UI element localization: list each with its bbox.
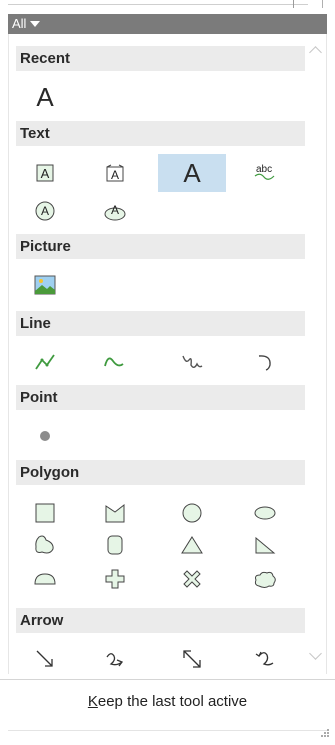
bottom-divider [8, 730, 327, 731]
right-triangle-icon[interactable] [231, 526, 299, 564]
svg-text:A: A [41, 204, 49, 218]
scroll-up-icon[interactable] [309, 46, 322, 59]
chevron-down-icon [30, 21, 41, 27]
svg-text:A: A [111, 203, 119, 217]
arrow-curved-back-icon[interactable] [231, 640, 299, 678]
keep-last-tool-active-option[interactable]: Keep the last tool active [8, 690, 327, 714]
section-header-line: Line [16, 311, 305, 336]
recent-text-icon[interactable]: A [11, 78, 79, 116]
text-curved-icon[interactable]: abc [231, 154, 299, 192]
top-divider [8, 4, 308, 5]
text-box-icon[interactable]: A [11, 154, 79, 192]
section-header-arrow: Arrow [16, 608, 305, 633]
text-large-glyph: A [183, 157, 201, 188]
text-box-fitted-icon[interactable]: A [81, 154, 149, 192]
resize-grip-icon[interactable] [321, 729, 329, 737]
text-large-icon[interactable]: A [158, 154, 226, 192]
svg-text:A: A [41, 166, 50, 181]
scroll-down-icon[interactable] [309, 647, 322, 660]
footer-divider [0, 679, 335, 680]
section-header-point: Point [16, 385, 305, 410]
x-shape-icon[interactable] [158, 560, 226, 598]
freehand-icon[interactable] [158, 343, 226, 381]
polyline-icon[interactable] [11, 343, 79, 381]
section-header-recent: Recent [16, 46, 305, 71]
point-icon[interactable] [11, 417, 79, 455]
arrow-straight-icon[interactable] [11, 640, 79, 678]
cross-icon[interactable] [81, 560, 149, 598]
top-divider-mark [322, 0, 323, 8]
text-circle-icon[interactable]: A [11, 192, 79, 230]
section-header-polygon: Polygon [16, 460, 305, 485]
svg-text:abc: abc [256, 164, 272, 175]
section-header-picture: Picture [16, 234, 305, 259]
section-header-text: Text [16, 121, 305, 146]
filter-dropdown-label: All [12, 16, 27, 31]
accesskey-letter: K [87, 693, 98, 710]
picture-icon[interactable] [11, 266, 79, 304]
recent-text-glyph: A [36, 81, 54, 112]
filter-dropdown[interactable]: All [8, 14, 327, 34]
half-circle-icon[interactable] [11, 560, 79, 598]
curve-icon[interactable] [81, 343, 149, 381]
freehand-polygon-icon[interactable] [11, 526, 79, 564]
rounded-rectangle-icon[interactable] [81, 526, 149, 564]
top-divider-mark [293, 0, 294, 8]
cloud-icon[interactable] [231, 560, 299, 598]
arc-icon[interactable] [231, 343, 299, 381]
svg-text:A: A [111, 168, 119, 182]
keep-last-tool-label: eep the last tool active [97, 693, 248, 710]
text-callout-icon[interactable]: A [81, 192, 149, 230]
arrow-double-icon[interactable] [158, 640, 226, 678]
tool-gallery: Recent A Text A A A abc A A Picture Line… [8, 34, 327, 674]
triangle-icon[interactable] [158, 526, 226, 564]
arrow-curved-icon[interactable] [81, 640, 149, 678]
vertical-scrollbar[interactable] [306, 34, 326, 674]
